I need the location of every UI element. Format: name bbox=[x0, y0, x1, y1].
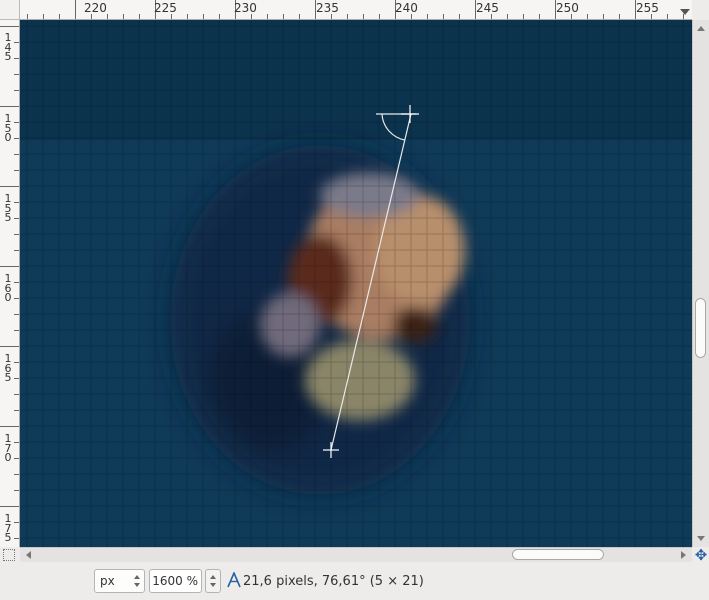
horizontal-ruler-ticks bbox=[27, 0, 684, 19]
ruler-label: 175 bbox=[4, 512, 12, 544]
quick-mask-icon[interactable] bbox=[3, 549, 15, 561]
vertical-ruler[interactable]: 145 150 155 160 165 170 175 bbox=[0, 20, 20, 547]
measure-tool-icon bbox=[227, 572, 241, 588]
scroll-up-icon[interactable] bbox=[697, 26, 705, 31]
ruler-label: 165 bbox=[4, 352, 12, 384]
vertical-scrollbar[interactable] bbox=[692, 20, 709, 547]
unit-stepper-icon[interactable] bbox=[134, 575, 140, 587]
ruler-label: 235 bbox=[316, 1, 339, 15]
ruler-label: 255 bbox=[636, 1, 659, 15]
status-bar: px 1600 % 21,6 pixels, 76,61° (5 × 21) bbox=[0, 563, 709, 600]
horizontal-ruler[interactable]: 220 225 230 235 240 245 250 255 bbox=[20, 0, 692, 20]
zoomed-image bbox=[20, 20, 692, 547]
horizontal-scrollbar[interactable] bbox=[20, 547, 692, 562]
ruler-label: 225 bbox=[154, 1, 177, 15]
ruler-corner bbox=[0, 0, 20, 20]
unit-selector[interactable]: px bbox=[94, 569, 145, 593]
ruler-menu-arrow-icon[interactable] bbox=[680, 9, 690, 15]
zoom-stepper-icon[interactable] bbox=[210, 575, 216, 587]
ruler-label: 170 bbox=[4, 432, 12, 464]
ruler-label: 230 bbox=[234, 1, 257, 15]
unit-value: px bbox=[100, 574, 115, 588]
ruler-label: 160 bbox=[4, 272, 12, 304]
ruler-label: 145 bbox=[4, 31, 12, 63]
image-canvas[interactable] bbox=[20, 20, 692, 547]
scroll-right-icon[interactable] bbox=[681, 551, 686, 559]
scroll-down-icon[interactable] bbox=[697, 536, 705, 541]
ruler-label: 155 bbox=[4, 192, 12, 224]
zoom-stepper[interactable] bbox=[205, 569, 221, 593]
ruler-label: 150 bbox=[4, 112, 12, 144]
measurement-readout: 21,6 pixels, 76,61° (5 × 21) bbox=[243, 574, 424, 589]
ruler-label: 245 bbox=[476, 1, 499, 15]
horizontal-scroll-thumb[interactable] bbox=[512, 549, 604, 560]
zoom-value: 1600 % bbox=[152, 574, 198, 588]
navigate-icon[interactable]: ✥ bbox=[693, 547, 709, 563]
scroll-left-icon[interactable] bbox=[26, 551, 31, 559]
ruler-label: 240 bbox=[395, 1, 418, 15]
ruler-label: 220 bbox=[84, 1, 107, 15]
zoom-input[interactable]: 1600 % bbox=[149, 569, 202, 593]
vertical-scroll-thumb[interactable] bbox=[695, 298, 706, 358]
ruler-label: 250 bbox=[556, 1, 579, 15]
